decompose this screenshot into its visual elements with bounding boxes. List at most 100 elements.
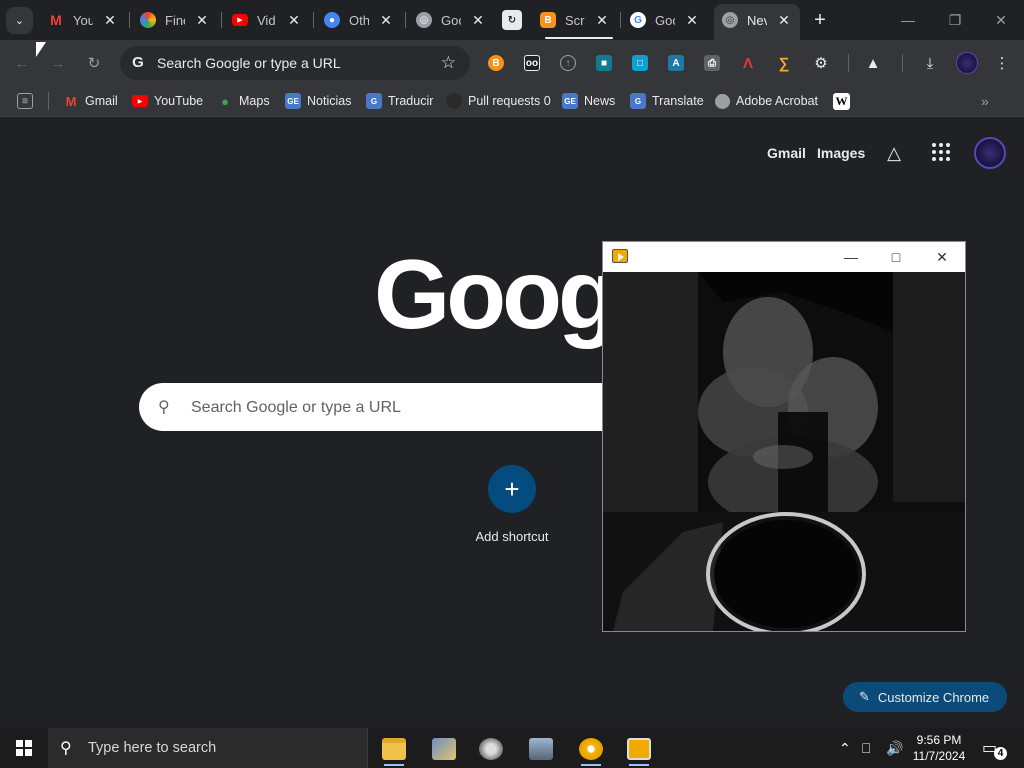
- close-icon: ✕: [995, 11, 1007, 28]
- tab-9-active[interactable]: ◎ Nev ✕: [722, 6, 792, 34]
- forward-button[interactable]: →: [47, 52, 69, 74]
- start-button[interactable]: [0, 728, 48, 768]
- file-explorer-app[interactable]: [374, 732, 414, 766]
- bookmark-star-icon[interactable]: ☆: [441, 53, 456, 73]
- labs-flask-icon[interactable]: △: [884, 143, 904, 163]
- minimize-button[interactable]: —: [898, 10, 918, 30]
- profile-avatar[interactable]: [956, 52, 978, 74]
- account-avatar[interactable]: [974, 137, 1006, 169]
- downloads-button[interactable]: ⤓: [919, 52, 941, 74]
- bookmark-translate[interactable]: G Translate: [630, 92, 704, 110]
- tab-title: Goo: [441, 12, 461, 28]
- tab-2[interactable]: Finc ✕: [140, 6, 210, 34]
- tab-1[interactable]: M You ✕: [48, 6, 118, 34]
- bookmark-pull-requests[interactable]: Pull requests 0: [446, 92, 551, 110]
- gmail-icon: M: [65, 93, 77, 109]
- film-reel-icon: [479, 738, 503, 760]
- ntp-search-placeholder: Search Google or type a URL: [191, 399, 401, 416]
- images-link[interactable]: Images: [817, 145, 865, 161]
- google-apps-icon[interactable]: [932, 143, 950, 161]
- toolbar-separator: [848, 54, 849, 72]
- media-app[interactable]: [471, 732, 511, 766]
- acrobat-extension-icon[interactable]: Λ: [740, 55, 756, 72]
- close-icon[interactable]: ✕: [102, 12, 118, 28]
- tab-6-pinned[interactable]: ↻: [502, 6, 524, 34]
- customize-chrome-button[interactable]: ✎ Customize Chrome: [843, 682, 1007, 712]
- pen-extension-icon[interactable]: ∑: [776, 55, 792, 72]
- bookmark-wikipedia[interactable]: W: [833, 92, 856, 110]
- bookmark-noticias[interactable]: GE Noticias: [285, 92, 351, 110]
- video-close-button[interactable]: ✕: [932, 247, 952, 267]
- volume-icon[interactable]: 🔊: [886, 740, 903, 757]
- close-icon[interactable]: ✕: [470, 12, 486, 28]
- video-maximize-button[interactable]: □: [886, 247, 906, 267]
- bookmark-label: News: [584, 94, 616, 108]
- taskbar-clock[interactable]: 9:56 PM 11/7/2024: [906, 732, 972, 764]
- bitcoin-extension-icon[interactable]: B: [488, 55, 504, 71]
- video-window-titlebar[interactable]: — □ ✕: [603, 242, 965, 272]
- restore-icon: ❐: [948, 11, 962, 28]
- tab-3[interactable]: ▶ Vid ✕: [232, 6, 302, 34]
- paint-app[interactable]: [424, 732, 464, 766]
- add-shortcut-button[interactable]: +: [488, 465, 536, 513]
- bookmark-gmail[interactable]: M Gmail: [63, 92, 118, 110]
- network-app[interactable]: [521, 732, 561, 766]
- bookmark-maps[interactable]: ● Maps: [217, 92, 270, 110]
- menu-button[interactable]: ⋮: [991, 52, 1013, 74]
- tab-title: You: [73, 12, 93, 28]
- screen-extension-icon[interactable]: □: [632, 55, 648, 71]
- extensions-button[interactable]: ⚙: [810, 52, 832, 74]
- video-preview-window[interactable]: — □ ✕: [602, 241, 966, 632]
- search-icon: ⚲: [60, 740, 72, 757]
- translate-extension-icon[interactable]: A: [668, 55, 684, 71]
- tab-8[interactable]: G Goo ✕: [630, 6, 700, 34]
- bookmark-news[interactable]: GE News: [562, 92, 615, 110]
- bookmarks-overflow-button[interactable]: »: [981, 92, 989, 110]
- tab-search-button[interactable]: ⌄: [6, 7, 33, 34]
- bookmark-adobe-acrobat[interactable]: Adobe Acrobat: [715, 92, 818, 110]
- media-player-app[interactable]: [619, 732, 659, 766]
- notifications-button[interactable]: ▭ 4: [982, 738, 1007, 760]
- restore-button[interactable]: ❐: [945, 10, 965, 30]
- apps-shortcut[interactable]: ⊞: [17, 92, 39, 110]
- chrome-canary-app[interactable]: [571, 732, 611, 766]
- close-icon[interactable]: ✕: [194, 12, 210, 28]
- close-icon[interactable]: ✕: [286, 12, 302, 28]
- address-bar[interactable]: G Search Google or type a URL ☆: [120, 46, 470, 80]
- news-icon: GE: [285, 93, 301, 109]
- back-button[interactable]: ←: [11, 52, 33, 74]
- toolbar: ← → ↻ G Search Google or type a URL ☆ B …: [0, 40, 1024, 86]
- download-icon: ⤓: [926, 54, 934, 72]
- labs-button[interactable]: ▲: [862, 52, 884, 74]
- globe-icon: ◎: [416, 12, 432, 28]
- close-icon[interactable]: ✕: [684, 12, 700, 28]
- bookmark-label: YouTube: [154, 94, 204, 108]
- bookmarks-separator: [48, 92, 49, 110]
- running-indicator: [581, 764, 601, 766]
- bookmark-youtube[interactable]: ▶ YouTube: [132, 92, 203, 110]
- reload-button[interactable]: ↻: [83, 52, 105, 74]
- tab-5[interactable]: ◎ Goo ✕: [416, 6, 486, 34]
- close-window-button[interactable]: ✕: [991, 10, 1011, 30]
- video-extension-icon[interactable]: ■: [596, 55, 612, 71]
- news-icon: GE: [562, 93, 578, 109]
- tab-4[interactable]: ● Oth ✕: [324, 6, 394, 34]
- network-icon[interactable]: ⎕: [862, 740, 870, 757]
- upload-extension-icon[interactable]: ↑: [560, 55, 576, 71]
- new-tab-button[interactable]: +: [808, 8, 832, 32]
- printer-extension-icon[interactable]: ⎙: [704, 55, 720, 71]
- glasses-extension-icon[interactable]: oo: [524, 55, 540, 71]
- taskbar-search[interactable]: ⚲ Type here to search: [48, 728, 368, 768]
- close-icon[interactable]: ✕: [378, 12, 394, 28]
- tab-7[interactable]: B Scr ✕: [540, 6, 610, 34]
- pencil-icon: ✎: [859, 689, 870, 704]
- close-icon[interactable]: ✕: [594, 12, 610, 28]
- flask-icon: ▲: [865, 54, 881, 72]
- gmail-link[interactable]: Gmail: [767, 145, 806, 161]
- video-minimize-button[interactable]: —: [841, 247, 861, 267]
- google-icon: G: [630, 12, 646, 28]
- close-icon[interactable]: ✕: [776, 12, 792, 28]
- chevron-up-icon[interactable]: ⌃: [839, 740, 851, 757]
- bookmark-traducir[interactable]: G Traducir: [366, 92, 433, 110]
- windows-logo-icon: [16, 740, 32, 756]
